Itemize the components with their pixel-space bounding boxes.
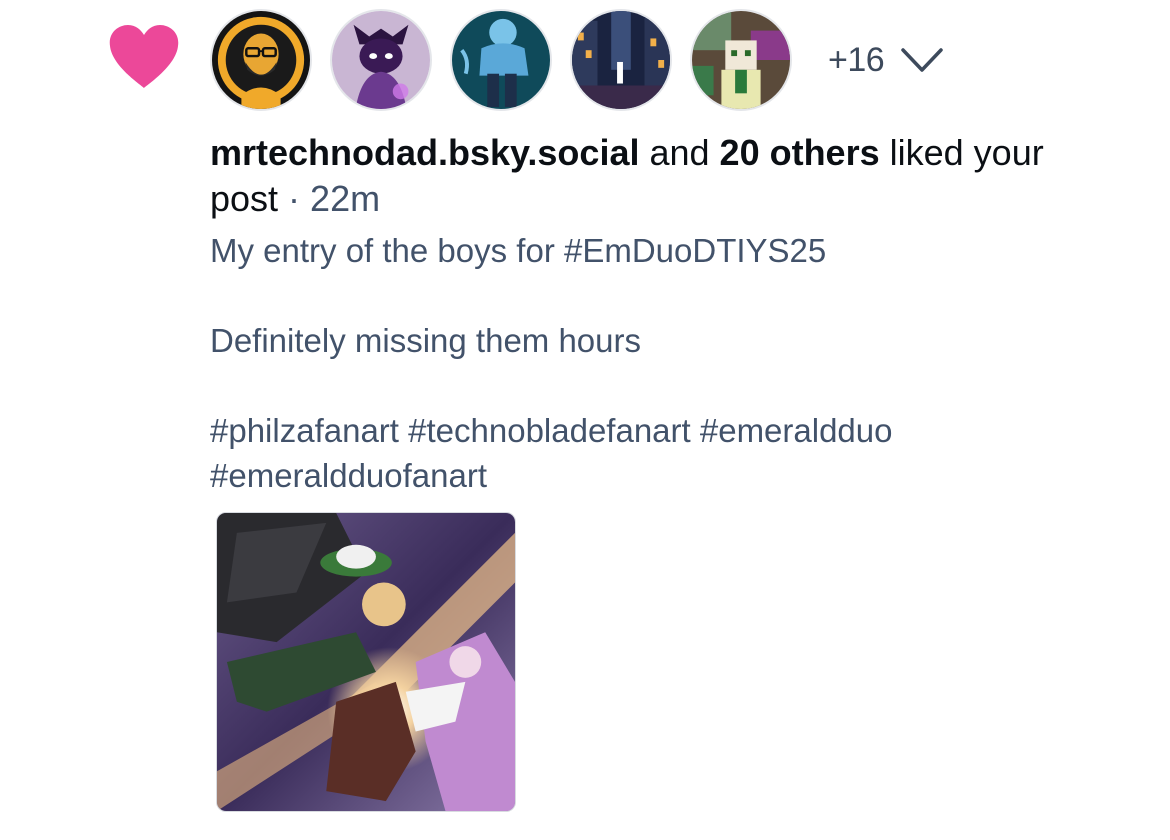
timestamp: 22m	[310, 178, 381, 219]
post-line: Definitely missing them hours	[210, 322, 641, 359]
post-line: My entry of the boys for #EmDuoDTIYS25	[210, 232, 827, 269]
avatar[interactable]	[450, 9, 552, 111]
and-text: and	[639, 132, 720, 173]
liker-handle[interactable]: mrtechnodad.bsky.social	[210, 132, 639, 173]
avatar[interactable]	[690, 9, 792, 111]
more-likers-count: +16	[828, 40, 885, 79]
post-preview[interactable]: My entry of the boys for #EmDuoDTIYS25 D…	[210, 228, 1110, 498]
liker-avatars: +16	[210, 8, 944, 112]
post-hashtags: #emeraldduofanart	[210, 457, 488, 494]
avatar[interactable]	[330, 9, 432, 111]
separator: ·	[278, 178, 311, 219]
post-hashtags: #philzafanart #technobladefanart #emeral…	[210, 412, 893, 449]
post-image-thumbnail[interactable]	[216, 512, 516, 812]
avatar[interactable]	[570, 9, 672, 111]
heart-icon	[109, 25, 179, 88]
others-count[interactable]: 20 others	[720, 132, 880, 173]
avatar[interactable]	[210, 9, 312, 111]
like-notification[interactable]: +16 mrtechnodad.bsky.social and 20 other…	[0, 0, 1170, 840]
chevron-down-icon[interactable]	[900, 46, 944, 74]
notification-text: mrtechnodad.bsky.social and 20 others li…	[210, 130, 1110, 222]
